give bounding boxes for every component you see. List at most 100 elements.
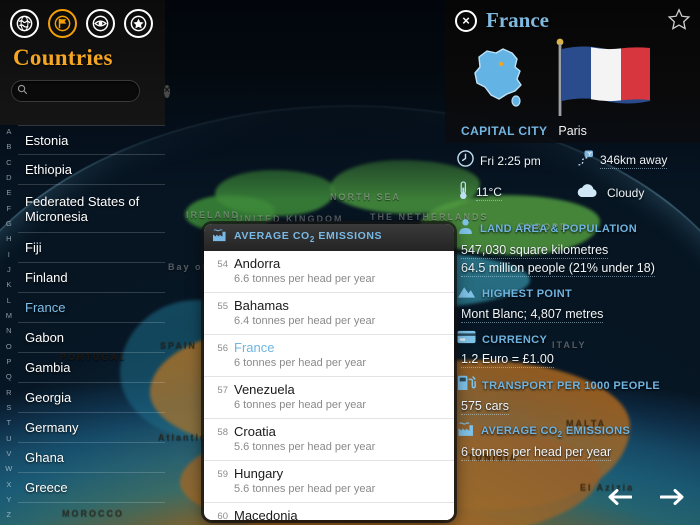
co2-list-item[interactable]: 57 Venezuela 6 tonnes per head per year [204,377,454,419]
sidebar-header: Countries × [0,0,170,125]
search-input[interactable] [28,85,164,97]
stat-header: TRANSPORT PER 1000 PEOPLE [457,375,700,396]
country-list-item[interactable]: Gambia [18,353,165,383]
stat-value-line: 64.5 million people (21% under 18) [457,259,700,277]
alpha-index-letter[interactable]: A [6,128,11,136]
alpha-index-letter[interactable]: R [6,389,12,397]
cloud-icon [575,182,601,204]
next-country-button[interactable] [659,488,686,511]
stat-value: 64.5 million people (21% under 18) [461,261,655,277]
co2-rank: 58 [217,427,228,438]
co2-country-name: Macedonia [234,508,298,520]
alpha-index-letter[interactable]: J [7,266,11,274]
co2-list-item[interactable]: 55 Bahamas 6.4 tonnes per head per year [204,293,454,335]
stat-header: HIGHEST POINT [457,284,700,304]
stat-value: 1.2 Euro = £1.00 [461,352,554,368]
star-icon[interactable] [124,9,153,38]
detail-header: × France CAPITAL CITY Paris [445,0,700,143]
alpha-index-letter[interactable]: D [6,174,12,182]
search-bar[interactable]: × [11,80,170,102]
alpha-index-letter[interactable]: C [6,159,12,167]
close-icon[interactable]: × [455,9,477,32]
capital-city-row: CAPITAL CITY Paris [445,123,700,138]
country-list-item[interactable]: Finland [18,263,165,293]
alpha-index-letter[interactable]: V [6,450,11,458]
country-flag [551,36,657,123]
stat-title: LAND AREA & POPULATION [480,223,638,235]
flag-icon[interactable] [48,9,77,38]
detail-country-name: France [486,8,549,32]
alpha-index-letter[interactable]: P [6,358,11,366]
alpha-index-letter[interactable]: L [7,297,11,305]
alpha-index-letter[interactable]: E [6,189,11,197]
alpha-index-letter[interactable]: B [6,143,11,151]
prev-country-button[interactable] [606,488,633,511]
country-list-item[interactable]: Germany [18,413,165,443]
alpha-index-letter[interactable]: Y [6,496,11,504]
country-detail-panel: × France CAPITAL CITY Paris Fri 2:25 pm … [445,0,700,525]
stat-value: Mont Blanc; 4,807 metres [461,307,604,323]
stat-value-line: 547,030 square kilometres [457,241,700,259]
app-root: IRELAND UNITED KINGDOM NORTH SEA THE NETHER… [0,0,700,525]
alpha-index-letter[interactable]: M [6,312,13,320]
co2-list-item[interactable]: 56 France 6 tonnes per head per year [204,335,454,377]
alpha-index-letter[interactable]: S [6,404,11,412]
alpha-index-letter[interactable]: H [6,235,12,243]
detail-stats-list: LAND AREA & POPULATION 547,030 square kil… [445,214,700,461]
alpha-index-letter[interactable]: I [8,251,10,259]
alphabet-index[interactable]: ABCDEFGHIJKLMNOPQRSTUVWXYZ [0,125,18,525]
country-list-item[interactable]: France [18,293,165,323]
stat-header: AVERAGE CO2 EMISSIONS [457,422,700,442]
country-list-item[interactable]: Ethiopia [18,155,165,185]
stat-block: LAND AREA & POPULATION 547,030 square kil… [457,218,700,277]
co2-list-item[interactable]: 60 Macedonia [204,503,454,520]
globe-icon[interactable] [10,9,39,38]
weather-value: Cloudy [607,186,645,200]
stat-value: 575 cars [461,399,509,415]
star-outline-icon[interactable] [666,7,692,38]
country-list-item[interactable]: Fiji [18,233,165,263]
country-list-item[interactable]: Greece [18,473,165,503]
mountain-icon [457,284,476,304]
stat-header: CURRENCY [457,330,700,349]
co2-list-item[interactable]: 59 Hungary 5.6 tonnes per head per year [204,461,454,503]
country-list-region: ABCDEFGHIJKLMNOPQRSTUVWXYZ Estonia Ethiop… [0,125,165,525]
alpha-index-letter[interactable]: X [6,481,11,489]
country-list-item[interactable]: Estonia [18,125,165,155]
alpha-index-letter[interactable]: G [6,220,12,228]
co2-country-name: Croatia [234,424,276,439]
sidebar: Countries × ABCDEFGHIJKLMNOPQRSTUVWXYZ E… [0,0,170,525]
co2-emissions-panel[interactable]: AVERAGE CO2 EMISSIONS 54 Andorra 6.6 tonne… [204,224,454,520]
stat-block: TRANSPORT PER 1000 PEOPLE 575 cars [457,375,700,415]
co2-country-value: 6.6 tonnes per head per year [234,273,376,285]
alpha-index-letter[interactable]: Z [7,511,12,519]
thermometer-icon [457,181,470,205]
co2-rank: 59 [217,469,228,480]
country-list-item[interactable]: Gabon [18,323,165,353]
country-list-item[interactable]: Ghana [18,443,165,473]
eye-icon[interactable] [86,9,115,38]
distance: 346km away [575,150,668,172]
alpha-index-letter[interactable]: O [6,343,12,351]
co2-list-item[interactable]: 58 Croatia 5.6 tonnes per head per year [204,419,454,461]
stat-value: 6 tonnes per head per year [461,445,612,461]
co2-panel-title: AVERAGE CO2 EMISSIONS [234,230,383,245]
co2-country-name: Venezuela [234,382,295,397]
alpha-index-letter[interactable]: U [6,435,12,443]
stat-title: CURRENCY [482,333,548,346]
stat-value-line: Mont Blanc; 4,807 metres [457,305,700,323]
country-list-item[interactable]: Georgia [18,383,165,413]
co2-list-item[interactable]: 54 Andorra 6.6 tonnes per head per year [204,251,454,293]
alpha-index-letter[interactable]: W [5,465,12,473]
country-list-item[interactable]: Federated States of Micronesia [18,185,165,233]
co2-country-name: Hungary [234,466,284,481]
co2-rank: 55 [217,301,228,312]
alpha-index-letter[interactable]: F [7,205,12,213]
detail-meta-grid: Fri 2:25 pm 346km away 11°C Cloudy [445,143,700,205]
alpha-index-letter[interactable]: T [7,419,12,427]
alpha-index-letter[interactable]: Q [6,373,12,381]
clear-search-button[interactable]: × [164,84,170,98]
alpha-index-letter[interactable]: N [6,327,12,335]
stat-value-line: 6 tonnes per head per year [457,443,700,461]
alpha-index-letter[interactable]: K [6,281,11,289]
